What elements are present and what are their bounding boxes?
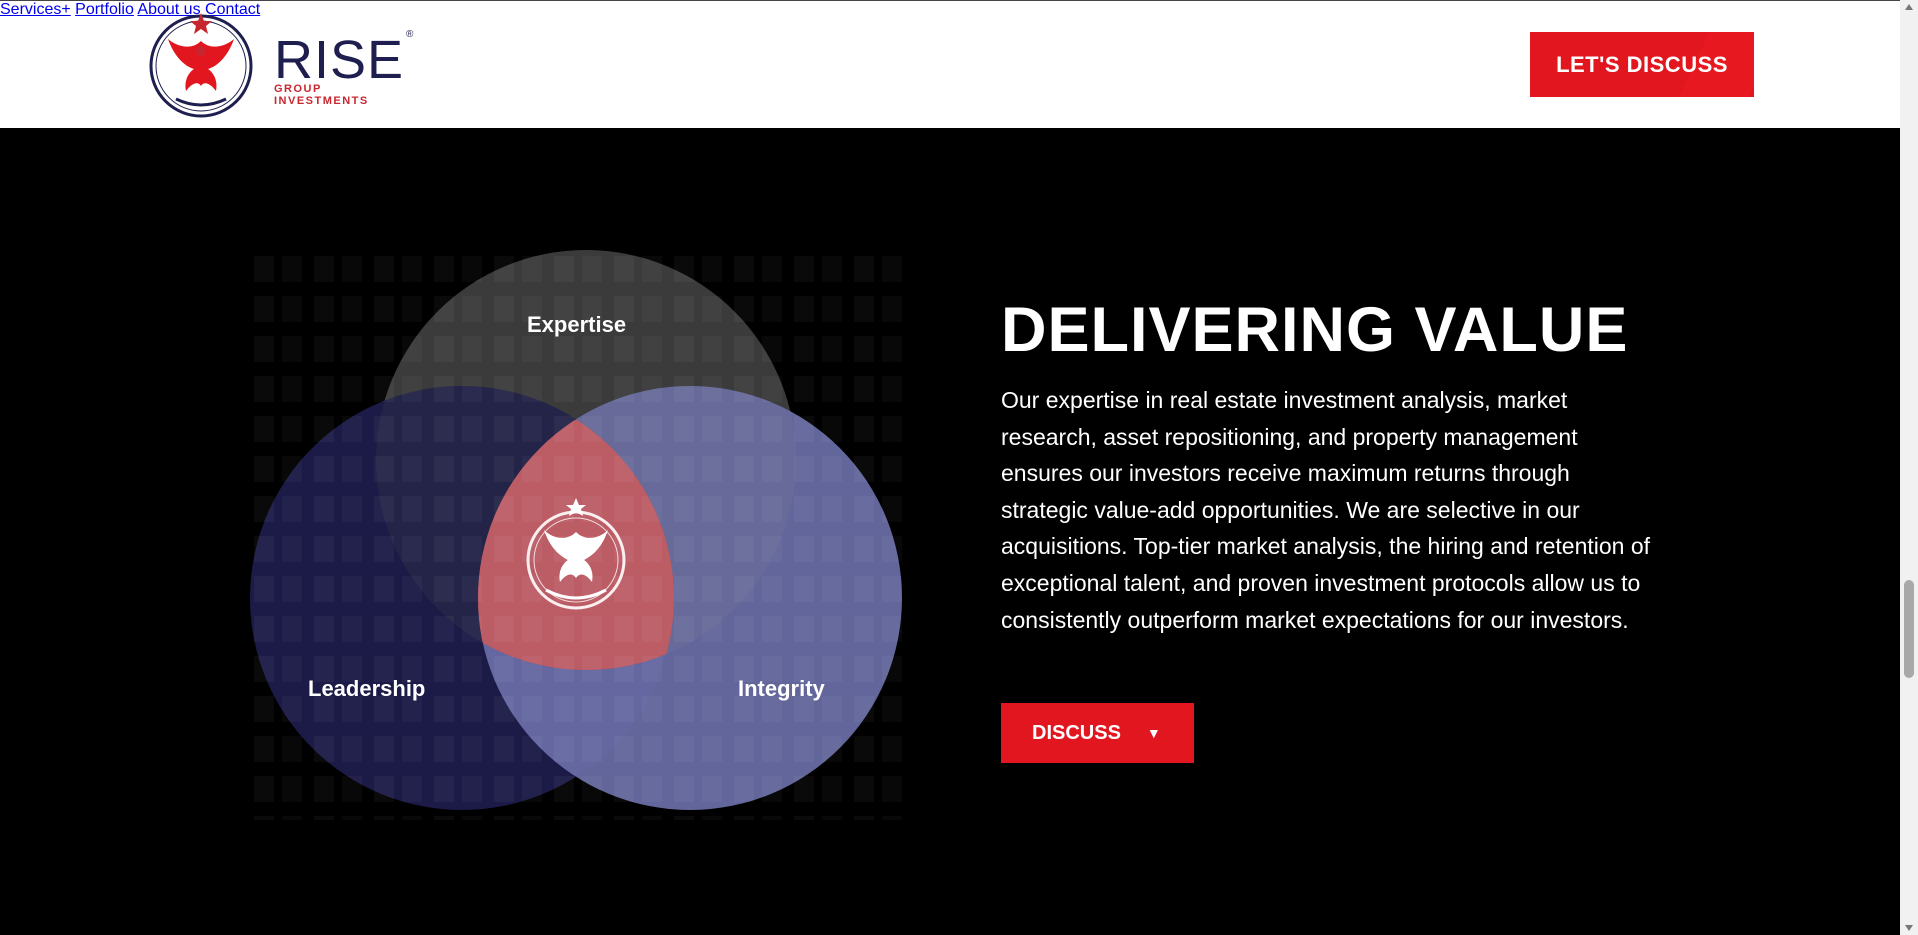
venn-label-integrity: Integrity xyxy=(738,676,825,701)
brand-logo[interactable]: RISE ® GROUP INVESTMENTS xyxy=(146,11,416,121)
page-viewport: RISE ® GROUP INVESTMENTS Services+ Portf… xyxy=(0,0,1900,935)
scroll-up-arrow-icon[interactable] xyxy=(1905,4,1913,10)
phoenix-logo-icon xyxy=(149,13,253,118)
site-header: RISE ® GROUP INVESTMENTS Services+ Portf… xyxy=(0,0,1900,128)
values-venn-diagram: Expertise Leadership Integrity xyxy=(250,250,906,820)
scroll-thumb[interactable] xyxy=(1904,580,1914,678)
scroll-down-arrow-icon[interactable] xyxy=(1905,925,1913,931)
nav-item-portfolio[interactable]: Portfolio xyxy=(75,1,134,18)
caret-down-icon: ▼ xyxy=(1146,725,1161,741)
discuss-label: DISCUSS xyxy=(1032,721,1121,744)
discuss-button[interactable]: DISCUSS ▼ xyxy=(1001,703,1194,763)
venn-label-expertise: Expertise xyxy=(527,312,627,337)
page-scrollbar[interactable] xyxy=(1900,0,1918,935)
lets-discuss-label: LET'S DISCUSS xyxy=(1556,51,1728,77)
brand-tagline: GROUP INVESTMENTS xyxy=(274,83,369,107)
nav-item-services[interactable]: Services+ xyxy=(0,1,71,18)
section-headline: DELIVERING VALUE xyxy=(1001,295,1629,365)
lets-discuss-button[interactable]: LET'S DISCUSS xyxy=(1530,32,1754,97)
section-paragraph: Our expertise in real estate investment … xyxy=(1001,387,1651,633)
brand-name: RISE xyxy=(274,30,405,90)
venn-label-leadership: Leadership xyxy=(308,676,426,701)
registered-mark: ® xyxy=(406,29,414,40)
